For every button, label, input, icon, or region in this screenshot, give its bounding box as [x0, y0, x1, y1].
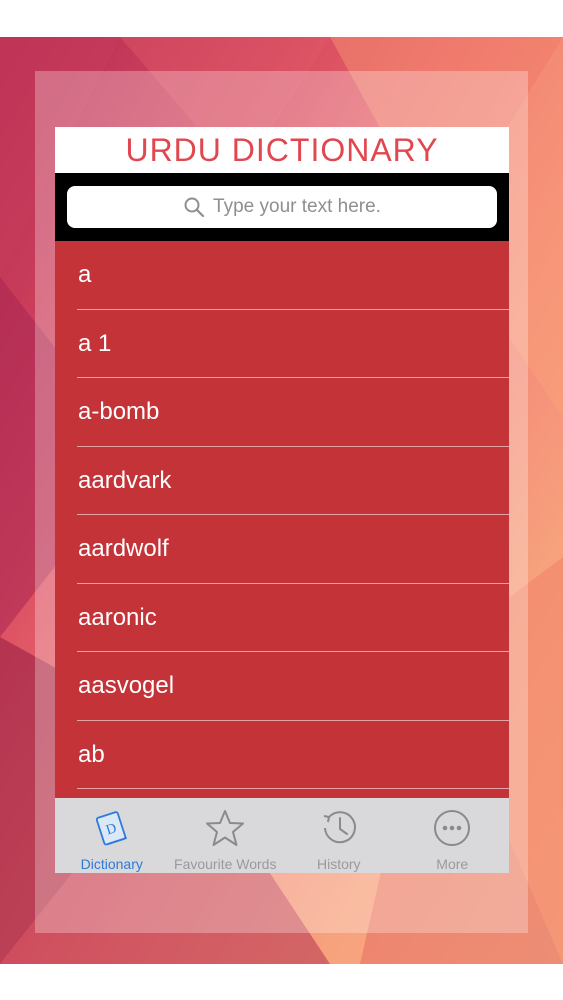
list-item[interactable]: aasvogel	[55, 652, 509, 721]
tab-bar: D Dictionary Favourite Words History Mor…	[55, 798, 509, 873]
star-icon	[206, 810, 245, 846]
dictionary-book-icon: D	[95, 811, 127, 846]
list-item[interactable]: aardvark	[55, 447, 509, 516]
word-label: aardvark	[78, 466, 172, 494]
tab-history[interactable]: History	[282, 798, 396, 873]
word-label: a 1	[78, 329, 112, 357]
list-item[interactable]: aardwolf	[55, 515, 509, 584]
tab-more[interactable]: More	[396, 798, 510, 873]
list-item[interactable]: ab	[55, 721, 509, 790]
list-item[interactable]: aaronic	[55, 584, 509, 653]
app-title: URDU DICTIONARY	[125, 131, 439, 168]
search-bar: Type your text here.	[55, 173, 509, 241]
tab-label: History	[316, 856, 361, 872]
app-window: URDU DICTIONARY Type your text here. a a…	[55, 127, 509, 873]
word-label: aardwolf	[78, 535, 169, 563]
word-label: a-bomb	[78, 398, 160, 426]
search-input[interactable]: Type your text here.	[67, 186, 497, 228]
word-label: aasvogel	[78, 672, 175, 700]
tab-dictionary[interactable]: D Dictionary	[55, 798, 169, 873]
tab-label: Dictionary	[80, 856, 143, 872]
list-item[interactable]: a 1	[55, 310, 509, 379]
word-label: a	[78, 261, 92, 289]
word-label: aaronic	[78, 603, 157, 631]
title-bar: URDU DICTIONARY	[55, 127, 509, 173]
list-item[interactable]: a	[55, 241, 509, 310]
tab-favourite-words[interactable]: Favourite Words	[169, 798, 283, 873]
history-clock-icon	[323, 811, 356, 844]
more-dots-icon	[434, 810, 471, 846]
tab-label: Favourite Words	[174, 856, 277, 872]
list-item[interactable]: a-bomb	[55, 378, 509, 447]
search-placeholder: Type your text here.	[213, 196, 381, 217]
search-icon	[184, 197, 205, 218]
tab-label: More	[436, 856, 469, 872]
word-list: a a 1 a-bomb aardvark aardwolf aaronic a…	[55, 241, 509, 798]
word-label: ab	[78, 740, 105, 768]
